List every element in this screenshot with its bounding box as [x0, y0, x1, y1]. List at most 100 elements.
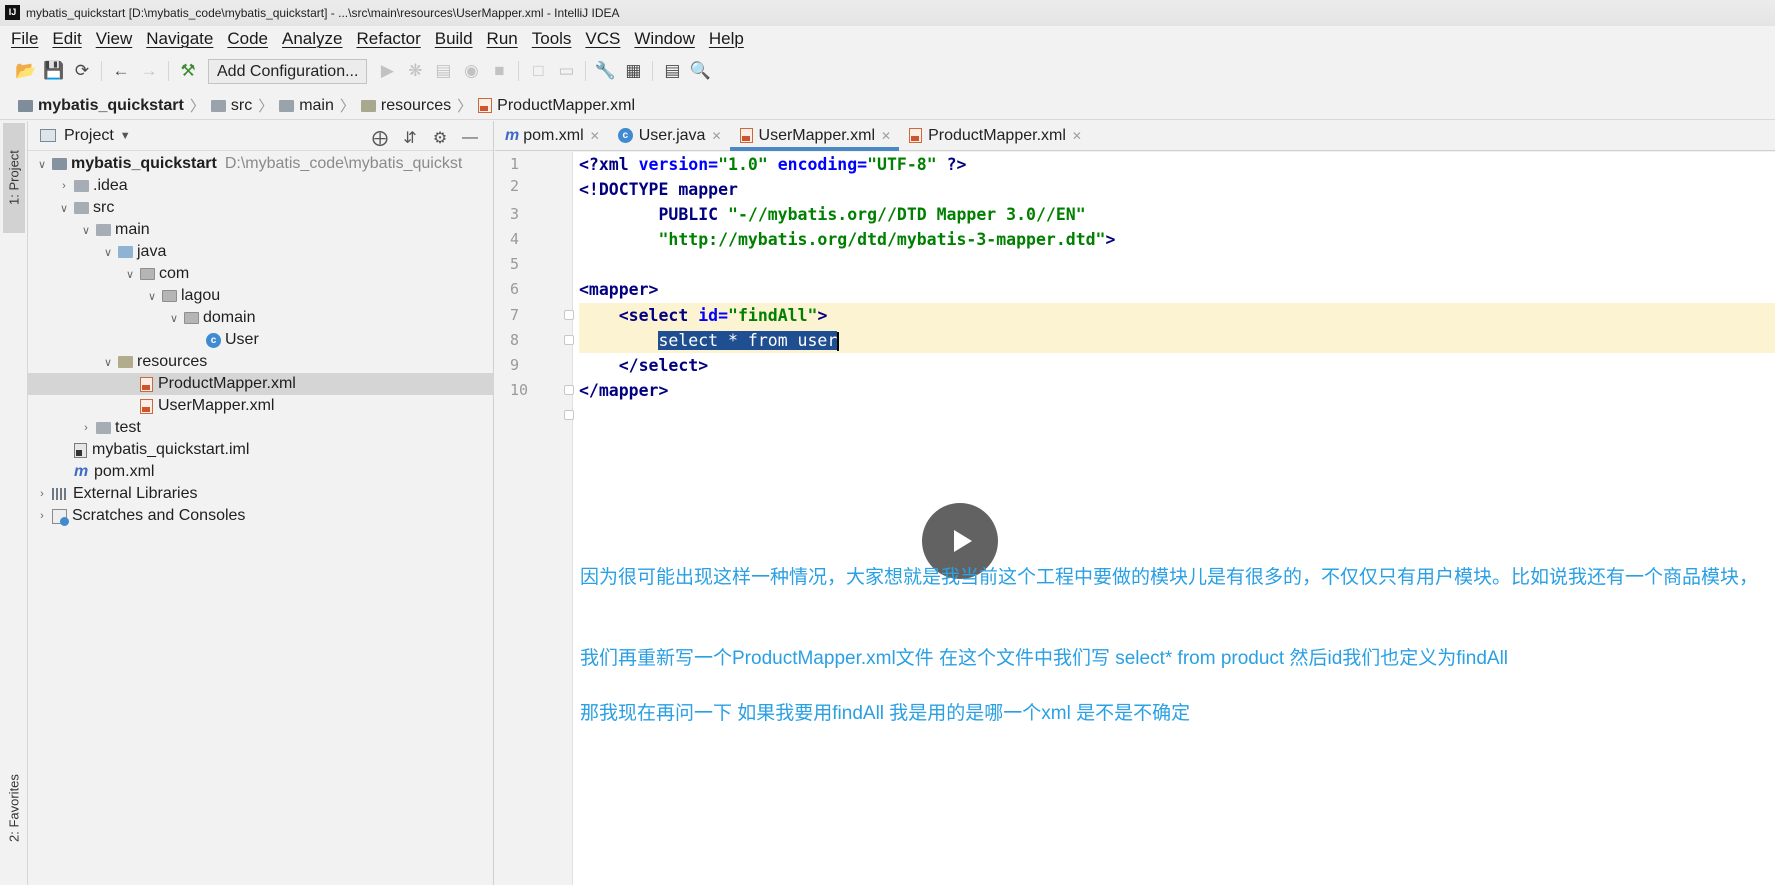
folder-icon — [96, 224, 111, 236]
tree-item-resources[interactable]: ∨ resources — [28, 351, 494, 373]
breadcrumb-src[interactable]: src — [210, 97, 252, 115]
fold-marker-icon[interactable] — [564, 310, 574, 320]
line-number: 2 — [510, 177, 520, 195]
tree-item-com[interactable]: ∨ com — [28, 263, 494, 285]
menu-tools[interactable]: Tools — [525, 29, 579, 49]
chevron-right-icon[interactable]: › — [34, 488, 50, 500]
tree-item-test[interactable]: › test — [28, 417, 494, 439]
chevron-down-icon[interactable]: ∨ — [56, 202, 72, 215]
close-icon[interactable]: ✕ — [590, 129, 600, 143]
gear-icon[interactable]: ⚙ — [425, 125, 455, 151]
menu-vcs[interactable]: VCS — [578, 29, 627, 49]
breadcrumb-project[interactable]: mybatis_quickstart — [18, 97, 184, 115]
tree-item-iml[interactable]: mybatis_quickstart.iml — [28, 439, 494, 461]
tree-item-main[interactable]: ∨ main — [28, 219, 494, 241]
save-icon[interactable]: 💾 — [40, 58, 68, 84]
tree-item-external-libraries[interactable]: › External Libraries — [28, 483, 494, 505]
menu-analyze[interactable]: Analyze — [275, 29, 349, 49]
chevron-down-icon[interactable]: ∨ — [122, 268, 138, 281]
project-structure-icon[interactable]: ▦ — [619, 58, 647, 84]
tree-item-scratches[interactable]: › Scratches and Consoles — [28, 505, 494, 527]
xml-file-icon — [478, 98, 493, 113]
chevron-down-icon[interactable]: ∨ — [144, 290, 160, 303]
code-line-1: <?xml version="1.0" encoding="UTF-8" ?> — [579, 155, 967, 174]
code-editor[interactable]: 1 2 3 4 5 6 7 8 9 10 <?xml version="1.0"… — [495, 152, 1775, 885]
menu-file[interactable]: File — [4, 29, 45, 49]
breadcrumb-resources[interactable]: resources — [360, 97, 451, 115]
terminal-icon[interactable]: ▤ — [658, 58, 686, 84]
chevron-down-icon[interactable]: ∨ — [78, 224, 94, 237]
locate-file-icon[interactable]: ⨁ — [365, 125, 395, 151]
tab-user-mapper-xml[interactable]: UserMapper.xml ✕ — [729, 121, 900, 151]
stop-icon[interactable]: ■ — [485, 58, 513, 84]
fold-marker-icon[interactable] — [564, 385, 574, 395]
project-view-icon — [40, 129, 56, 142]
collapse-all-icon[interactable]: ⇵ — [395, 125, 425, 151]
tree-item-root[interactable]: ∨ mybatis_quickstart D:\mybatis_code\myb… — [28, 153, 494, 175]
close-icon[interactable]: ✕ — [711, 129, 721, 143]
menu-view[interactable]: View — [89, 29, 140, 49]
sync-icon[interactable]: ⟳ — [68, 58, 96, 84]
folder-icon — [74, 202, 89, 214]
menu-navigate[interactable]: Navigate — [139, 29, 220, 49]
tree-item-idea[interactable]: › .idea — [28, 175, 494, 197]
fold-marker-icon[interactable] — [564, 410, 574, 420]
open-folder-icon[interactable]: 📂 — [12, 58, 40, 84]
settings-wrench-icon[interactable]: 🔧 — [591, 58, 619, 84]
run-icon[interactable]: ▶ — [373, 58, 401, 84]
close-icon[interactable]: ✕ — [1072, 129, 1082, 143]
tree-item-product-mapper[interactable]: ProductMapper.xml — [28, 373, 494, 395]
chevron-right-icon[interactable]: › — [56, 180, 72, 192]
chevron-right-icon[interactable]: › — [78, 422, 94, 434]
xml-file-icon — [739, 128, 753, 143]
stripe-favorites-tab[interactable]: 2: Favorites — [3, 763, 25, 853]
menu-window[interactable]: Window — [627, 29, 701, 49]
xml-file-icon — [140, 398, 153, 414]
profile-icon[interactable]: ◉ — [457, 58, 485, 84]
chevron-down-icon[interactable]: ▼ — [120, 130, 131, 142]
toolbar-divider — [652, 61, 654, 81]
tree-item-user-mapper[interactable]: UserMapper.xml — [28, 395, 494, 417]
source-folder-icon — [118, 246, 133, 258]
update-icon[interactable]: ▭ — [552, 58, 580, 84]
breadcrumb-file[interactable]: ProductMapper.xml — [478, 97, 635, 115]
tree-item-domain[interactable]: ∨ domain — [28, 307, 494, 329]
code-line-8: select * from user — [579, 328, 1775, 353]
tab-product-mapper-xml[interactable]: ProductMapper.xml ✕ — [899, 121, 1090, 150]
chevron-down-icon[interactable]: ∨ — [166, 312, 182, 325]
menu-edit[interactable]: Edit — [45, 29, 88, 49]
project-view-selector[interactable]: Project — [64, 127, 114, 145]
main-toolbar: 📂 💾 ⟳ ← → ⚒ Add Configuration... ▶ ❋ ▤ ◉… — [0, 56, 1775, 86]
coverage-icon[interactable]: ▤ — [429, 58, 457, 84]
menu-refactor[interactable]: Refactor — [349, 29, 427, 49]
tree-item-lagou[interactable]: ∨ lagou — [28, 285, 494, 307]
annotation-text-3: 那我现在再问一下 如果我要用findAll 我是用的是哪一个xml 是不是不确定 — [580, 703, 1191, 724]
back-arrow-icon[interactable]: ← — [107, 58, 135, 84]
chevron-right-icon[interactable]: › — [34, 510, 50, 522]
toolbar-divider — [101, 61, 102, 81]
fold-marker-icon[interactable] — [564, 335, 574, 345]
menu-help[interactable]: Help — [702, 29, 751, 49]
add-configuration-button[interactable]: Add Configuration... — [208, 58, 368, 84]
toolbar-divider — [518, 61, 520, 81]
chevron-down-icon[interactable]: ∨ — [100, 246, 116, 259]
attach-icon[interactable]: □ — [524, 58, 552, 84]
menu-build[interactable]: Build — [428, 29, 480, 49]
stripe-project-tab[interactable]: 1: Project — [3, 123, 25, 233]
close-icon[interactable]: ✕ — [881, 129, 891, 143]
tree-item-java[interactable]: ∨ java — [28, 241, 494, 263]
chevron-down-icon[interactable]: ∨ — [100, 356, 116, 369]
build-hammer-icon[interactable]: ⚒ — [174, 58, 202, 84]
menu-code[interactable]: Code — [220, 29, 275, 49]
tree-item-user-class[interactable]: c User — [28, 329, 494, 351]
chevron-down-icon[interactable]: ∨ — [34, 158, 50, 171]
tab-user-java[interactable]: c User.java ✕ — [608, 121, 730, 150]
hide-panel-icon[interactable]: — — [455, 125, 485, 151]
debug-icon[interactable]: ❋ — [401, 58, 429, 84]
breadcrumb-main[interactable]: main — [279, 97, 334, 115]
forward-arrow-icon[interactable]: → — [135, 58, 163, 84]
tree-item-pom[interactable]: m pom.xml — [28, 461, 494, 483]
search-icon[interactable]: 🔍 — [686, 58, 714, 84]
menu-run[interactable]: Run — [480, 29, 525, 49]
tree-item-src[interactable]: ∨ src — [28, 197, 494, 219]
